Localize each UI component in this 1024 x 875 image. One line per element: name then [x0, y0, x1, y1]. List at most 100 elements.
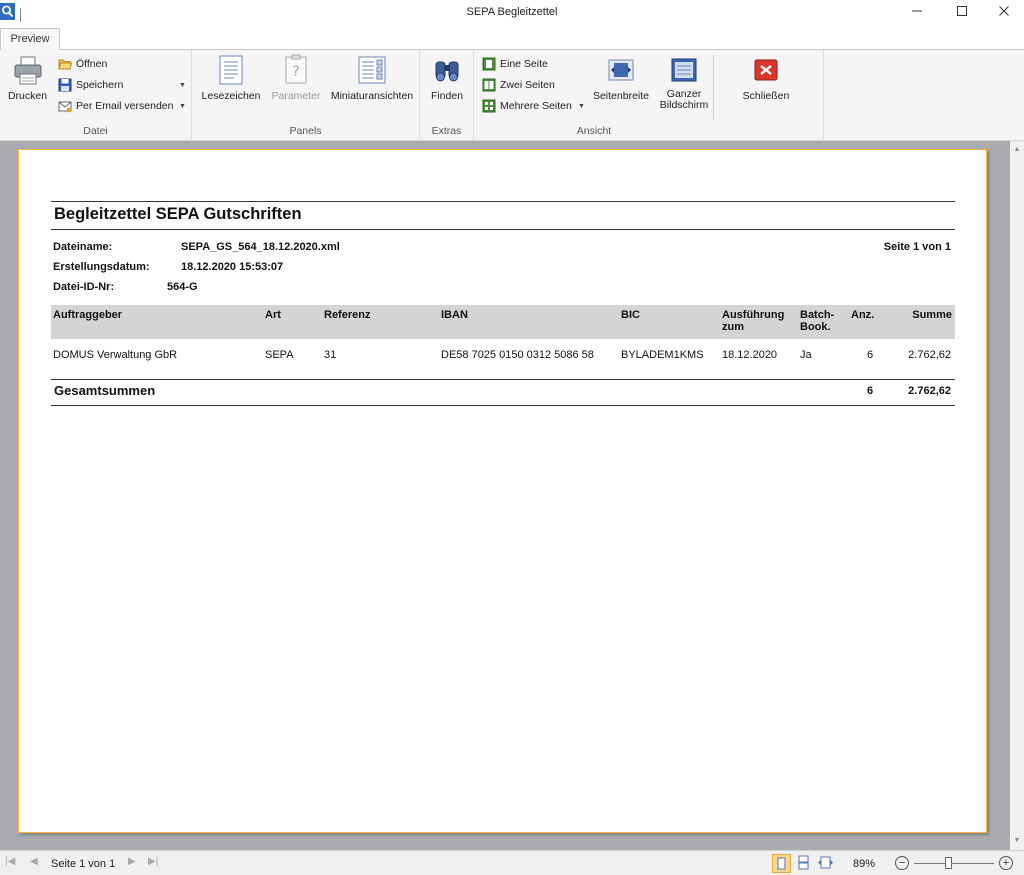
parameter-button[interactable]: ? Parameter — [268, 54, 324, 102]
fileid-value: 564-G — [167, 281, 198, 293]
single-page-view-icon — [777, 857, 786, 870]
page-status: Seite 1 von 1 — [51, 858, 116, 870]
vertical-scrollbar[interactable]: ▲ ▼ — [1010, 141, 1024, 850]
find-label: Finden — [430, 90, 464, 102]
whole-screen-label-line2: Bildschirm — [659, 99, 709, 111]
minimize-button[interactable] — [897, 0, 937, 26]
next-page-icon[interactable]: ▶ — [128, 856, 136, 867]
close-icon — [999, 6, 1009, 16]
tab-preview[interactable]: Preview — [0, 28, 60, 51]
cell-iban: DE58 7025 0150 0312 5086 58 — [441, 349, 594, 361]
save-label: Speichern — [76, 78, 124, 91]
open-label: Öffnen — [76, 57, 108, 70]
totals-summe: 2.762,62 — [908, 385, 951, 397]
last-page-icon[interactable]: ▶| — [148, 856, 158, 867]
zoom-out-button[interactable]: − — [895, 856, 909, 870]
totals-bottom-rule — [51, 405, 955, 406]
totals-top-rule — [51, 379, 955, 380]
col-ausfuehrung-line1: Ausführung — [722, 309, 785, 321]
col-ausfuehrung: Ausführung zum — [722, 309, 784, 333]
title-top-rule — [51, 201, 955, 202]
svg-text:?: ? — [292, 64, 299, 80]
send-email-button[interactable]: Per Email versenden — [58, 96, 173, 115]
col-batch: Batch- Book. — [800, 309, 834, 333]
email-envelope-icon — [58, 101, 72, 112]
thumbnails-label: Miniaturansichten — [330, 90, 414, 102]
status-bar: |◀ ◀ Seite 1 von 1 ▶ ▶| 89% − + — [0, 850, 1024, 875]
cell-ausfuehrung: 18.12.2020 — [722, 349, 778, 361]
print-button[interactable]: Drucken — [5, 54, 50, 102]
print-label: Drucken — [7, 90, 48, 102]
report-title: Begleitzettel SEPA Gutschriften — [54, 205, 302, 223]
cell-art: SEPA — [265, 349, 294, 361]
previous-page-icon[interactable]: ◀ — [30, 856, 38, 867]
group-ansicht: Eine Seite Zwei Seiten Mehrere Seiten ▼ … — [474, 50, 824, 140]
ansicht-divider — [713, 55, 714, 120]
maximize-button[interactable] — [942, 0, 982, 26]
continuous-view-icon — [798, 855, 809, 870]
ribbon: Drucken Öffnen Speichern ▼ Per Email ver… — [0, 50, 1024, 141]
col-iban: IBAN — [441, 309, 468, 321]
floppy-disk-icon — [58, 78, 72, 91]
multiple-pages-button[interactable]: Mehrere Seiten — [482, 96, 572, 115]
multiple-pages-icon — [482, 99, 496, 112]
zoom-slider-thumb[interactable] — [945, 857, 952, 869]
totals-anz: 6 — [867, 385, 874, 397]
zoom-slider-track[interactable] — [914, 863, 994, 864]
question-document-icon: ? — [285, 54, 307, 84]
group-extras: Finden Extras — [420, 50, 474, 140]
close-preview-button[interactable]: Schließen — [736, 54, 796, 102]
scroll-down-icon[interactable]: ▼ — [1010, 834, 1024, 848]
multiple-pages-dropdown-icon[interactable]: ▼ — [578, 103, 585, 110]
filename-value: SEPA_GS_564_18.12.2020.xml — [181, 241, 340, 253]
cell-bic: BYLADEM1KMS — [621, 349, 704, 361]
col-batch-line1: Batch- — [800, 309, 835, 321]
fit-width-view-icon — [818, 856, 833, 869]
page-width-button[interactable]: Seitenbreite — [591, 54, 651, 102]
continuous-view-button[interactable] — [795, 854, 814, 873]
window-title: SEPA Begleitzettel — [466, 6, 558, 18]
bookmarks-label: Lesezeichen — [201, 90, 261, 102]
report-page: Begleitzettel SEPA Gutschriften Dateinam… — [18, 149, 987, 833]
close-window-button[interactable] — [984, 0, 1024, 26]
col-batch-line2: Book. — [800, 321, 831, 333]
printer-icon — [14, 56, 41, 85]
minimize-icon — [912, 10, 922, 12]
created-value: 18.12.2020 15:53:07 — [181, 261, 284, 273]
find-button[interactable]: Finden — [424, 54, 470, 102]
col-anz: Anz. — [851, 309, 875, 321]
first-page-icon[interactable]: |◀ — [5, 856, 15, 867]
group-label-ansicht: Ansicht — [576, 125, 612, 137]
cell-referenz: 31 — [324, 349, 337, 361]
two-pages-button[interactable]: Zwei Seiten — [482, 75, 555, 94]
col-referenz: Referenz — [324, 309, 371, 321]
email-dropdown-icon[interactable]: ▼ — [179, 103, 186, 110]
page-width-icon — [608, 59, 634, 81]
title-bar: SEPA Begleitzettel — [0, 0, 1024, 26]
close-preview-label: Schließen — [742, 90, 790, 102]
group-datei: Drucken Öffnen Speichern ▼ Per Email ver… — [0, 50, 192, 140]
scroll-up-icon[interactable]: ▲ — [1010, 143, 1024, 157]
whole-screen-icon — [671, 58, 697, 82]
table-header: Auftraggeber Art Referenz IBAN BIC Ausfü… — [51, 305, 955, 339]
send-email-label: Per Email versenden — [76, 99, 174, 112]
save-dropdown-icon[interactable]: ▼ — [179, 82, 186, 89]
one-page-label: Eine Seite — [500, 57, 548, 70]
cell-batch: Ja — [800, 349, 812, 361]
zoom-in-button[interactable]: + — [999, 856, 1013, 870]
open-button[interactable]: Öffnen — [58, 54, 107, 73]
bookmarks-button[interactable]: Lesezeichen — [200, 54, 262, 102]
fit-width-view-button[interactable] — [817, 854, 836, 873]
whole-screen-button[interactable]: Ganzer Bildschirm — [656, 54, 712, 111]
one-page-button[interactable]: Eine Seite — [482, 54, 548, 73]
cell-anz: 6 — [867, 349, 874, 361]
col-bic: BIC — [621, 309, 640, 321]
title-bottom-rule — [51, 229, 955, 230]
folder-open-icon — [58, 59, 72, 69]
save-button[interactable]: Speichern — [58, 75, 123, 94]
totals-label: Gesamtsummen — [54, 383, 156, 398]
single-page-view-button[interactable] — [772, 854, 791, 873]
cell-summe: 2.762,62 — [908, 349, 951, 361]
maximize-icon — [957, 6, 967, 16]
thumbnails-button[interactable]: Miniaturansichten — [330, 54, 414, 102]
